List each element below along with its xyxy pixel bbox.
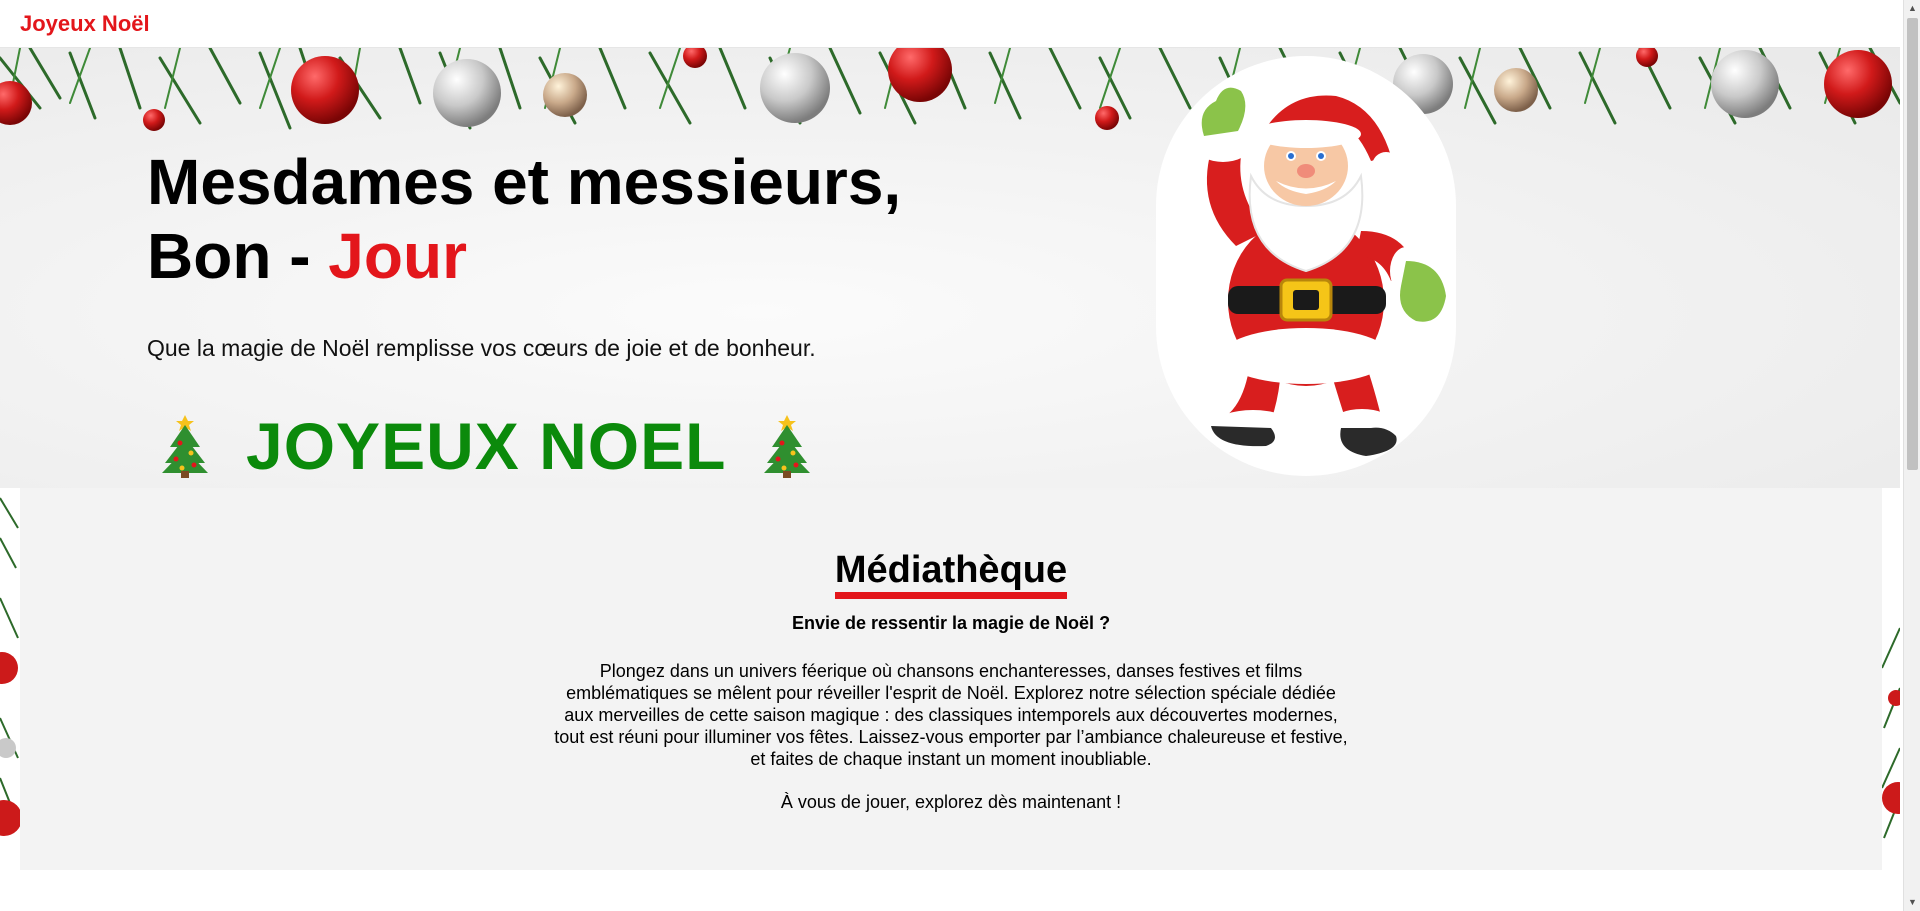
christmas-tree-icon [162,415,208,478]
top-navbar: Joyeux Noël [0,0,1900,48]
greeting-banner: JOYEUX NOEL [160,408,812,484]
hero-title: Mesdames et messieurs, Bon - Jour [147,145,901,293]
mediatheque-cta: À vous de jouer, explorez dès maintenant… [780,792,1122,812]
christmas-tree-icon [764,415,811,478]
page-bottom [0,870,1900,911]
greeting-text: JOYEUX NOEL [246,409,727,483]
scroll-up-arrow-icon[interactable]: ▲ [1904,0,1920,17]
left-side-decoration [0,497,20,836]
garland-decoration [0,48,1900,131]
mediatheque-title: Médiathèque [834,548,1068,599]
scrollbar-thumb[interactable] [1907,18,1918,470]
mediatheque-section: Médiathèque Envie de ressentir la magie … [20,488,1882,870]
vertical-scrollbar[interactable]: ▲ ▼ [1903,0,1920,911]
hero-title-line1: Mesdames et messieurs, [147,146,902,218]
hero-subtitle: Que la magie de Noël remplisse vos cœurs… [147,335,816,361]
scroll-down-arrow-icon[interactable]: ▼ [1904,894,1920,911]
right-side-decoration [1881,627,1900,839]
hero-title-line2-prefix: Bon - [147,220,329,292]
hero-title-accent: Jour [328,220,467,292]
mediatheque-lead: Envie de ressentir la magie de Noël ? [791,613,1111,633]
brand-link[interactable]: Joyeux Noël [20,11,150,37]
hero-section: Mesdames et messieurs, Bon - Jour Que la… [0,48,1900,488]
santa-image-frame [1156,56,1456,476]
santa-claus-image [1197,87,1446,456]
mediatheque-description: Plongez dans un univers féerique où chan… [554,661,1348,769]
